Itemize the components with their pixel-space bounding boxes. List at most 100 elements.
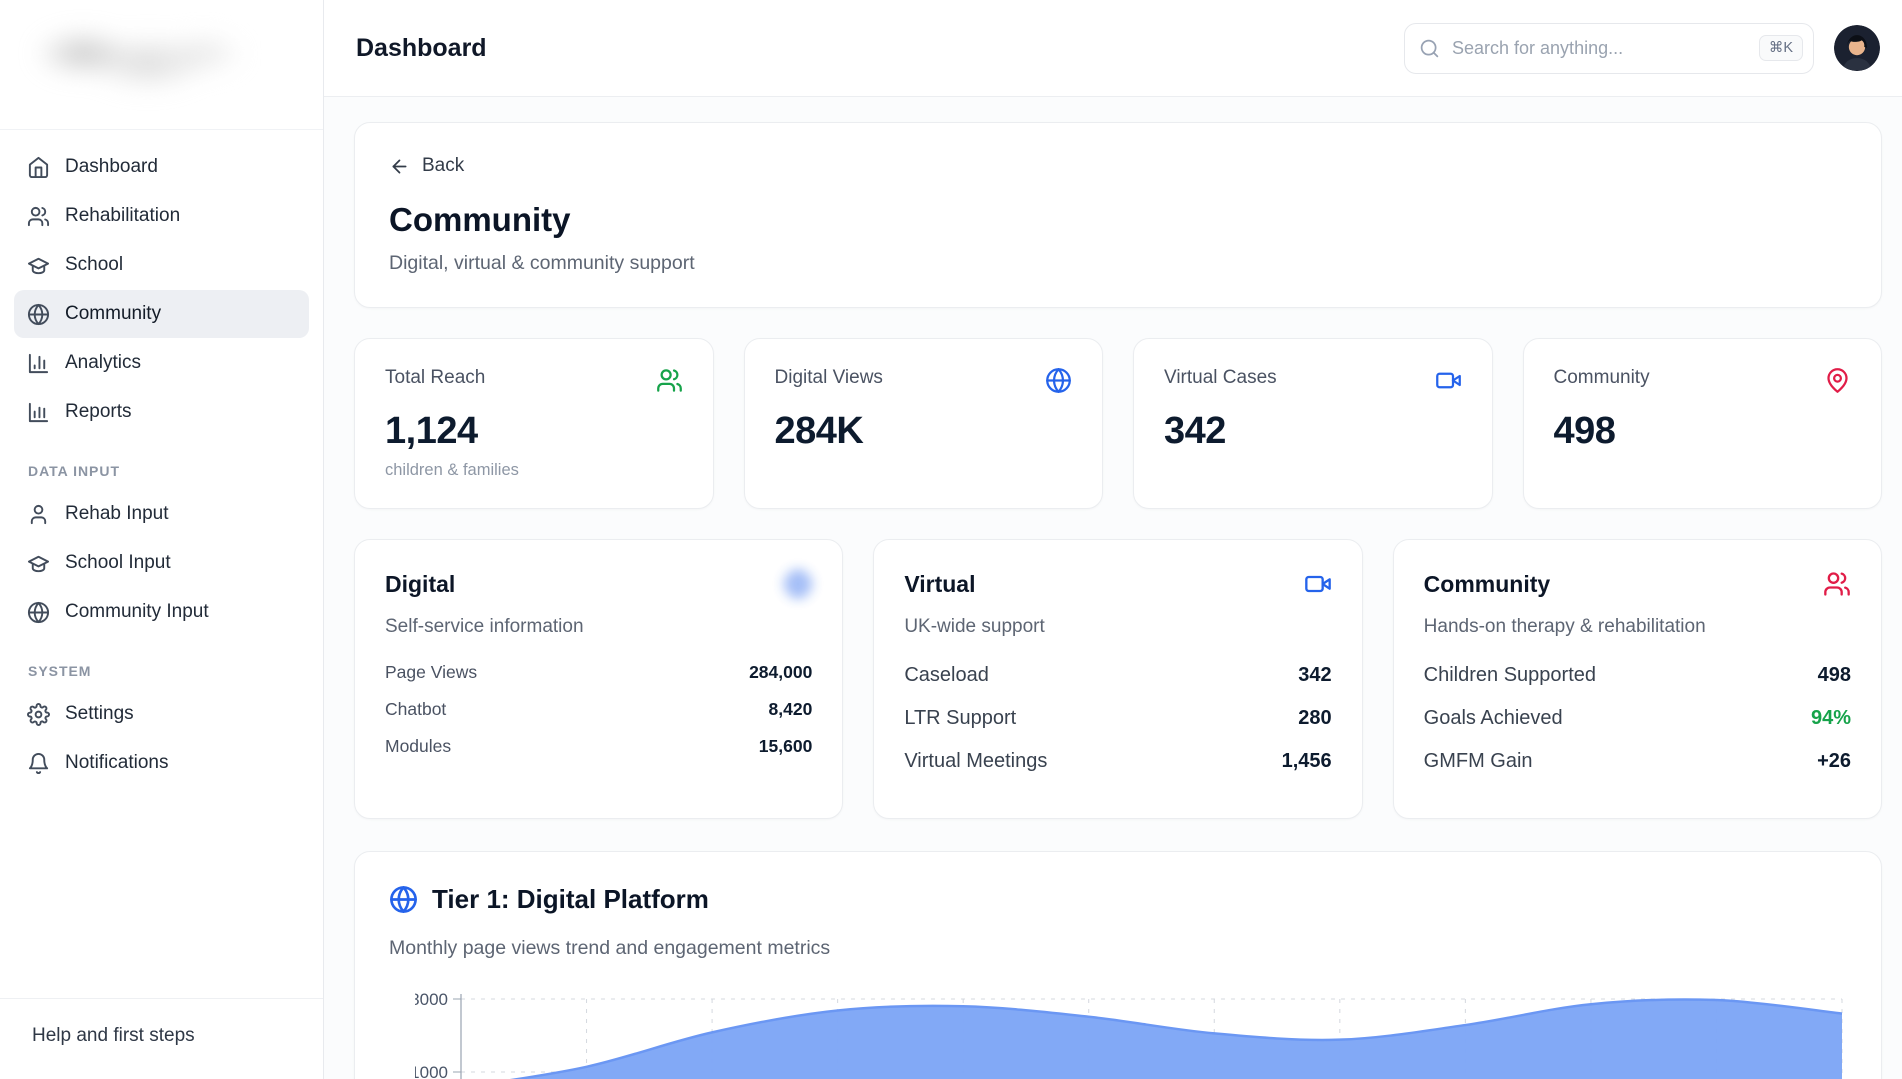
detail-row: Digital Self-service information Page Vi… xyxy=(354,539,1882,819)
arrow-left-icon xyxy=(389,156,410,177)
sidebar-item-label: Rehab Input xyxy=(65,503,169,525)
stats-row: Total Reach 1,124 children & families Di… xyxy=(354,338,1882,509)
metric-label: Goals Achieved xyxy=(1424,707,1563,730)
card-title: Community xyxy=(1424,571,1551,598)
metric-row: Caseload 342 xyxy=(904,654,1331,697)
search-input[interactable] xyxy=(1450,37,1749,60)
stat-caption xyxy=(775,461,1073,479)
digital-card: Digital Self-service information Page Vi… xyxy=(354,539,843,819)
metric-value: 94% xyxy=(1811,707,1851,730)
metric-value: 1,456 xyxy=(1282,750,1332,773)
stat-value: 1,124 xyxy=(385,410,683,453)
sidebar-item-school-input[interactable]: School Input xyxy=(14,539,309,587)
sidebar-item-settings[interactable]: Settings xyxy=(14,690,309,738)
svg-text:21000: 21000 xyxy=(415,1063,448,1079)
graduation-cap-icon xyxy=(27,552,50,575)
sidebar-item-label: Notifications xyxy=(65,752,169,774)
stat-label: Digital Views xyxy=(775,367,883,389)
card-subtitle: UK-wide support xyxy=(904,616,1331,638)
virtual-card: Virtual UK-wide support Caseload 342 LTR… xyxy=(873,539,1362,819)
metric-label: Caseload xyxy=(904,664,989,687)
stat-card-total-reach: Total Reach 1,124 children & families xyxy=(354,338,714,509)
sidebar-item-rehab-input[interactable]: Rehab Input xyxy=(14,490,309,538)
tier1-subtitle: Monthly page views trend and engagement … xyxy=(389,937,1847,960)
section-title: Community xyxy=(389,201,1847,239)
globe-icon xyxy=(27,601,50,624)
globe-icon xyxy=(389,885,418,914)
stat-label: Community xyxy=(1554,367,1650,389)
sidebar-item-label: Rehabilitation xyxy=(65,205,180,227)
data-input-nav: Rehab Input School Input Community Input xyxy=(0,489,323,637)
sidebar-item-label: School xyxy=(65,254,123,276)
section-subtitle: Digital, virtual & community support xyxy=(389,252,1847,275)
app-logo xyxy=(0,0,323,130)
community-hero-card: Back Community Digital, virtual & commun… xyxy=(354,122,1882,308)
gear-icon xyxy=(27,703,50,726)
home-icon xyxy=(27,156,50,179)
avatar[interactable] xyxy=(1834,25,1880,71)
metric-label: Page Views xyxy=(385,662,477,683)
page-title: Dashboard xyxy=(356,34,487,63)
main-area: Dashboard ⌘K Back Community Digital, vir… xyxy=(324,0,1902,1079)
logo-image-blurred xyxy=(16,12,256,104)
sidebar-item-reports[interactable]: Reports xyxy=(14,388,309,436)
sidebar-item-label: Dashboard xyxy=(65,156,158,178)
bar-chart-icon xyxy=(27,352,50,375)
metric-row: Virtual Meetings 1,456 xyxy=(904,740,1331,783)
bar-chart-icon xyxy=(27,401,50,424)
map-pin-icon xyxy=(1824,367,1851,394)
keyboard-shortcut-badge: ⌘K xyxy=(1759,35,1803,61)
sidebar-item-rehabilitation[interactable]: Rehabilitation xyxy=(14,192,309,240)
sidebar: Dashboard Rehabilitation School Communit… xyxy=(0,0,324,1079)
video-camera-icon xyxy=(1304,570,1332,598)
stat-label: Total Reach xyxy=(385,367,485,389)
card-subtitle: Hands-on therapy & rehabilitation xyxy=(1424,616,1851,638)
metric-value: 342 xyxy=(1298,664,1331,687)
sidebar-item-label: Reports xyxy=(65,401,132,423)
stat-value: 284K xyxy=(775,410,1073,453)
sidebar-item-school[interactable]: School xyxy=(14,241,309,289)
community-card: Community Hands-on therapy & rehabilitat… xyxy=(1393,539,1882,819)
help-link[interactable]: Help and first steps xyxy=(0,998,323,1079)
tier1-card: Tier 1: Digital Platform Monthly page vi… xyxy=(354,851,1882,1079)
stat-caption xyxy=(1164,461,1462,479)
main-nav: Dashboard Rehabilitation School Communit… xyxy=(0,130,323,437)
system-nav: Settings Notifications xyxy=(0,689,323,788)
tier1-area-chart: 2800021000JanFebMarAprMayJunJulAugSepOct… xyxy=(415,984,1847,1079)
stat-caption: children & families xyxy=(385,461,683,480)
user-icon xyxy=(27,503,50,526)
tier1-chart-area: Page Views 2800021000JanFebMarAprMayJunJ… xyxy=(389,984,1847,1079)
metric-value: 280 xyxy=(1298,707,1331,730)
metric-label: LTR Support xyxy=(904,707,1016,730)
graduation-cap-icon xyxy=(27,254,50,277)
content: Back Community Digital, virtual & commun… xyxy=(324,97,1902,1079)
metric-value: 284,000 xyxy=(749,662,812,683)
globe-icon xyxy=(1045,367,1072,394)
tier1-title: Tier 1: Digital Platform xyxy=(432,884,709,915)
sidebar-item-community-input[interactable]: Community Input xyxy=(14,588,309,636)
stat-card-digital-views: Digital Views 284K xyxy=(744,338,1104,509)
metric-label: Modules xyxy=(385,736,451,757)
metric-label: Children Supported xyxy=(1424,664,1596,687)
sidebar-item-analytics[interactable]: Analytics xyxy=(14,339,309,387)
sidebar-item-label: Settings xyxy=(65,703,134,725)
metric-row: LTR Support 280 xyxy=(904,697,1331,740)
card-title: Virtual xyxy=(904,571,975,598)
chart-y-axis-label: Page Views xyxy=(389,984,415,1079)
metric-label: GMFM Gain xyxy=(1424,750,1533,773)
section-label-data-input: DATA INPUT xyxy=(0,437,323,489)
card-title: Digital xyxy=(385,571,455,598)
sidebar-item-community[interactable]: Community xyxy=(14,290,309,338)
sidebar-item-notifications[interactable]: Notifications xyxy=(14,739,309,787)
users-icon xyxy=(1823,570,1851,598)
back-label: Back xyxy=(422,155,464,177)
metric-label: Chatbot xyxy=(385,699,446,720)
metric-value: 8,420 xyxy=(769,699,813,720)
sidebar-item-dashboard[interactable]: Dashboard xyxy=(14,143,309,191)
back-button[interactable]: Back xyxy=(389,155,464,177)
section-label-system: SYSTEM xyxy=(0,637,323,689)
users-icon xyxy=(656,367,683,394)
metric-value: 498 xyxy=(1818,664,1851,687)
search-box[interactable]: ⌘K xyxy=(1404,23,1814,74)
video-camera-icon xyxy=(1435,367,1462,394)
